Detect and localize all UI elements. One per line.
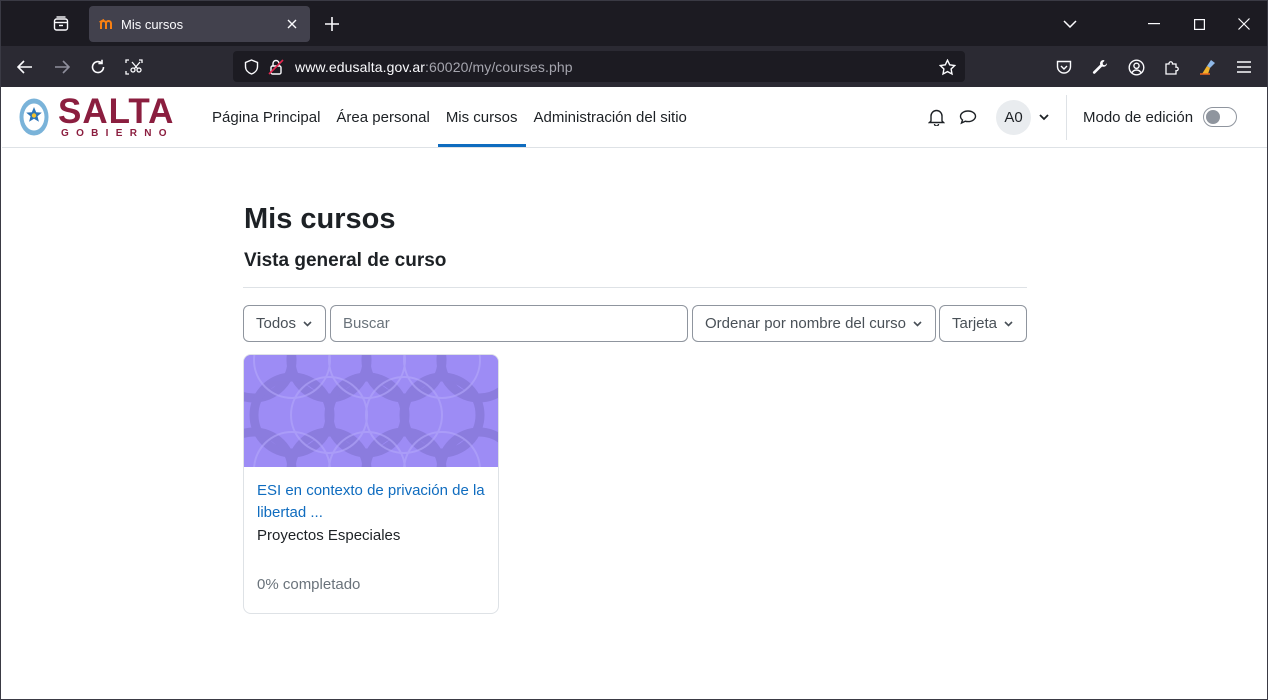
- screenshot-icon[interactable]: [119, 52, 149, 82]
- edit-mode-label: Modo de edición: [1083, 108, 1194, 126]
- address-bar[interactable]: www.edusalta.gov.ar:60020/my/courses.php: [233, 51, 965, 82]
- bookmark-star-icon[interactable]: [935, 55, 959, 79]
- view-dropdown[interactable]: Tarjeta: [939, 305, 1027, 342]
- nav-item-mis-cursos[interactable]: Mis cursos: [437, 87, 526, 147]
- grouping-dropdown-label: Todos: [256, 315, 297, 332]
- pocket-icon[interactable]: [1049, 52, 1079, 82]
- url-text: www.edusalta.gov.ar:60020/my/courses.php: [295, 59, 573, 75]
- page-title: Mis cursos: [244, 203, 396, 235]
- view-dropdown-label: Tarjeta: [952, 315, 998, 332]
- course-card-body: ESI en contexto de privación de la liber…: [244, 467, 498, 547]
- browser-tab-strip: Mis cursos: [1, 1, 1267, 46]
- reload-icon[interactable]: [83, 52, 113, 82]
- web-page: SALTA GOBIERNO Página Principal Área per…: [2, 87, 1267, 699]
- tab-close-icon[interactable]: [280, 12, 304, 36]
- nav-item-pagina-principal[interactable]: Página Principal: [204, 87, 328, 147]
- course-image[interactable]: [244, 355, 498, 467]
- block-title: Vista general de curso: [244, 250, 447, 271]
- logo-subtext: GOBIERNO: [61, 128, 174, 139]
- browser-window: Mis cursos www.edusalta.gov.ar:60020/my/…: [0, 0, 1268, 700]
- course-overview-controls: Todos Buscar Ordenar por nombre del curs…: [243, 305, 1027, 342]
- nav-item-administracion[interactable]: Administración del sitio: [526, 87, 695, 147]
- forward-arrow-icon[interactable]: [47, 52, 77, 82]
- divider: [243, 287, 1027, 288]
- browser-toolbar: www.edusalta.gov.ar:60020/my/courses.php: [1, 46, 1267, 87]
- avatar[interactable]: A0: [996, 99, 1031, 135]
- minimize-icon[interactable]: [1139, 9, 1169, 39]
- course-category: Proyectos Especiales: [257, 527, 401, 544]
- window-close-icon[interactable]: [1229, 9, 1259, 39]
- logo-wordmark: SALTA: [58, 92, 175, 131]
- salta-emblem-icon: [19, 98, 49, 136]
- chevron-down-icon[interactable]: [1039, 110, 1053, 124]
- course-card[interactable]: ESI en contexto de privación de la liber…: [243, 354, 499, 614]
- primary-navigation: Página Principal Área personal Mis curso…: [204, 87, 695, 147]
- tab-title: Mis cursos: [121, 16, 184, 32]
- chevron-down-icon: [303, 320, 312, 327]
- toggle-knob: [1206, 110, 1221, 124]
- tab-list-icon[interactable]: [45, 9, 77, 39]
- back-arrow-icon[interactable]: [10, 52, 40, 82]
- header-divider: [1066, 95, 1067, 140]
- url-path: :60020/my/courses.php: [425, 58, 573, 75]
- salta-gobierno-logo[interactable]: SALTA GOBIERNO: [18, 92, 178, 141]
- course-name-link[interactable]: ESI en contexto de privación de la liber…: [257, 480, 485, 524]
- tracking-protection-shield-icon[interactable]: [241, 57, 261, 77]
- maximize-icon[interactable]: [1184, 9, 1214, 39]
- chevron-down-icon: [1004, 320, 1013, 327]
- account-icon[interactable]: [1121, 52, 1151, 82]
- course-pattern-image: [244, 355, 498, 467]
- user-menu[interactable]: A0: [996, 99, 1053, 135]
- wrench-icon[interactable]: [1085, 52, 1115, 82]
- insecure-lock-icon[interactable]: [266, 57, 286, 77]
- moodle-favicon-icon: [99, 16, 115, 32]
- url-host: www.edusalta.gov.ar: [295, 58, 426, 75]
- site-header: SALTA GOBIERNO Página Principal Área per…: [2, 87, 1267, 148]
- search-placeholder: Buscar: [343, 315, 390, 332]
- search-input[interactable]: Buscar: [330, 305, 688, 342]
- sort-dropdown-label: Ordenar por nombre del curso: [705, 315, 906, 332]
- edit-mode-switch[interactable]: Modo de edición: [1083, 105, 1238, 129]
- new-tab-icon[interactable]: [317, 9, 347, 39]
- hamburger-menu-icon[interactable]: [1229, 52, 1259, 82]
- list-all-tabs-chevron-icon[interactable]: [1055, 9, 1085, 39]
- course-progress-text: 0% completado: [257, 576, 361, 593]
- grouping-dropdown[interactable]: Todos: [243, 305, 326, 342]
- chevron-down-icon: [913, 320, 922, 327]
- messages-chat-icon[interactable]: [956, 105, 980, 129]
- edit-mode-toggle[interactable]: [1203, 107, 1238, 127]
- sort-dropdown[interactable]: Ordenar por nombre del curso: [692, 305, 936, 342]
- browser-tab-active[interactable]: Mis cursos: [89, 6, 310, 42]
- extensions-puzzle-icon[interactable]: [1157, 52, 1187, 82]
- extension-broom-icon[interactable]: [1193, 52, 1223, 82]
- notifications-bell-icon[interactable]: [924, 105, 948, 129]
- nav-item-area-personal[interactable]: Área personal: [328, 87, 437, 147]
